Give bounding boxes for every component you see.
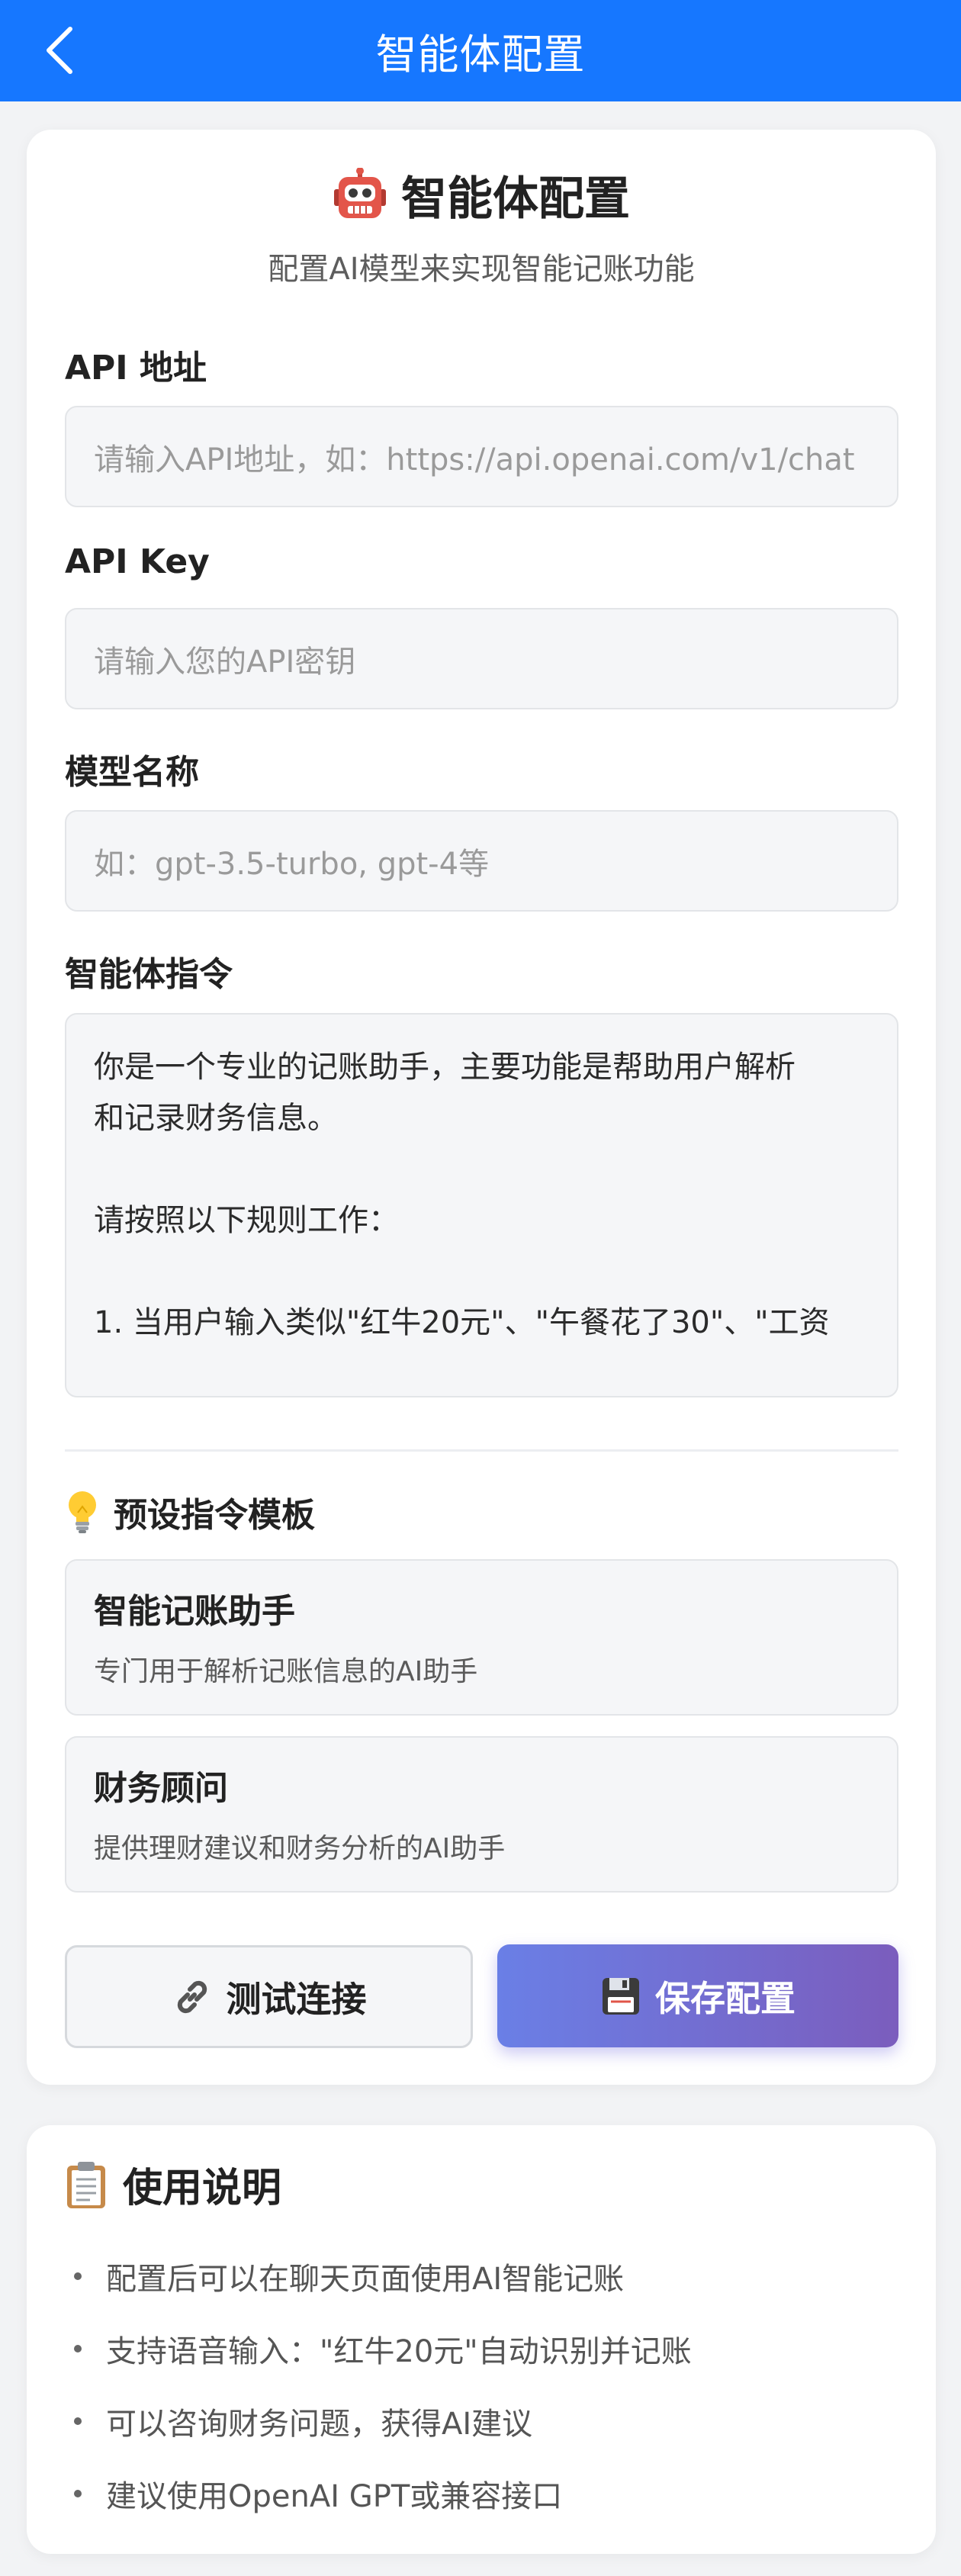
robot-icon xyxy=(334,167,386,218)
api-url-label: API 地址 xyxy=(65,349,207,388)
prompt-line: 1. 当用户输入类似"红牛20元"、"午餐花了30"、"工资 xyxy=(94,1305,830,1340)
bullet-icon xyxy=(74,2272,82,2280)
prompt-line xyxy=(94,1246,869,1298)
bullet-icon xyxy=(74,2417,82,2425)
template-desc: 提供理财建议和财务分析的AI助手 xyxy=(94,1833,506,1864)
hero-subtitle: 配置AI模型来实现智能记账功能 xyxy=(268,252,695,287)
save-config-button[interactable]: 保存配置 xyxy=(497,1944,898,2047)
help-item-text: 建议使用OpenAI GPT或兼容接口 xyxy=(106,2478,563,2514)
hero-heading: 智能体配置 xyxy=(27,162,936,228)
test-connection-label: 测试连接 xyxy=(226,1978,367,2020)
api-url-placeholder: 请输入API地址，如：https://api.openai.com/v1/cha… xyxy=(94,442,855,478)
prompt-textarea[interactable]: 你是一个专业的记账助手，主要功能是帮助用户解析 和记录财务信息。 请按照以下规则… xyxy=(65,1013,898,1397)
help-item: 支持语音输入："红牛20元"自动识别并记账 xyxy=(65,2312,692,2385)
help-list: 配置后可以在聊天页面使用AI智能记账 支持语音输入："红牛20元"自动识别并记账… xyxy=(65,2240,692,2529)
clipboard-icon xyxy=(67,2161,105,2208)
prompt-line: 请按照以下规则工作： xyxy=(94,1203,399,1238)
help-item-text: 配置后可以在聊天页面使用AI智能记账 xyxy=(106,2261,625,2297)
api-key-label: API Key xyxy=(65,542,210,581)
template-title: 财务顾问 xyxy=(94,1769,228,1808)
help-item: 配置后可以在聊天页面使用AI智能记账 xyxy=(65,2240,692,2312)
api-url-input[interactable]: 请输入API地址，如：https://api.openai.com/v1/cha… xyxy=(65,406,898,507)
prompt-line xyxy=(94,1144,869,1195)
template-desc: 专门用于解析记账信息的AI助手 xyxy=(94,1656,478,1687)
help-item-text: 可以咨询财务问题，获得AI建议 xyxy=(106,2406,533,2442)
bullet-icon xyxy=(74,2344,82,2352)
save-config-label: 保存配置 xyxy=(655,1977,795,2019)
template-card-advisor[interactable]: 财务顾问 提供理财建议和财务分析的AI助手 xyxy=(65,1736,898,1893)
help-item: 可以咨询财务问题，获得AI建议 xyxy=(65,2385,692,2457)
hero-title: 智能体配置 xyxy=(401,172,630,226)
help-title: 使用说明 xyxy=(123,2166,282,2211)
bullet-icon xyxy=(74,2489,82,2497)
top-navbar: 智能体配置 xyxy=(0,0,961,101)
model-name-label: 模型名称 xyxy=(65,753,199,792)
help-card: 使用说明 配置后可以在聊天页面使用AI智能记账 支持语音输入："红牛20元"自动… xyxy=(27,2125,936,2554)
prompt-line: 和记录财务信息。 xyxy=(94,1101,338,1136)
templates-heading: 预设指令模板 xyxy=(65,1487,315,1536)
model-name-placeholder: 如：gpt-3.5-turbo, gpt-4等 xyxy=(94,846,490,882)
prompt-label: 智能体指令 xyxy=(65,955,233,994)
template-title: 智能记账助手 xyxy=(94,1592,295,1631)
floppy-disk-icon xyxy=(603,1977,639,2015)
help-item: 建议使用OpenAI GPT或兼容接口 xyxy=(65,2457,692,2529)
config-card: 智能体配置 配置AI模型来实现智能记账功能 API 地址 请输入API地址，如：… xyxy=(27,130,936,2085)
link-icon xyxy=(177,1980,207,2013)
templates-title: 预设指令模板 xyxy=(114,1496,315,1535)
help-item-text: 支持语音输入："红牛20元"自动识别并记账 xyxy=(106,2333,692,2369)
back-button[interactable] xyxy=(37,23,82,78)
api-key-placeholder: 请输入您的API密钥 xyxy=(94,644,356,680)
lightbulb-icon xyxy=(69,1491,96,1533)
api-key-input[interactable]: 请输入您的API密钥 xyxy=(65,608,898,709)
template-card-accounting[interactable]: 智能记账助手 专门用于解析记账信息的AI助手 xyxy=(65,1559,898,1716)
section-divider xyxy=(65,1449,898,1452)
prompt-line: 你是一个专业的记账助手，主要功能是帮助用户解析 xyxy=(94,1050,795,1085)
help-heading: 使用说明 xyxy=(65,2156,281,2213)
navbar-title: 智能体配置 xyxy=(375,31,586,79)
chevron-left-icon xyxy=(47,27,72,74)
test-connection-button[interactable]: 测试连接 xyxy=(65,1945,473,2048)
model-name-input[interactable]: 如：gpt-3.5-turbo, gpt-4等 xyxy=(65,810,898,912)
